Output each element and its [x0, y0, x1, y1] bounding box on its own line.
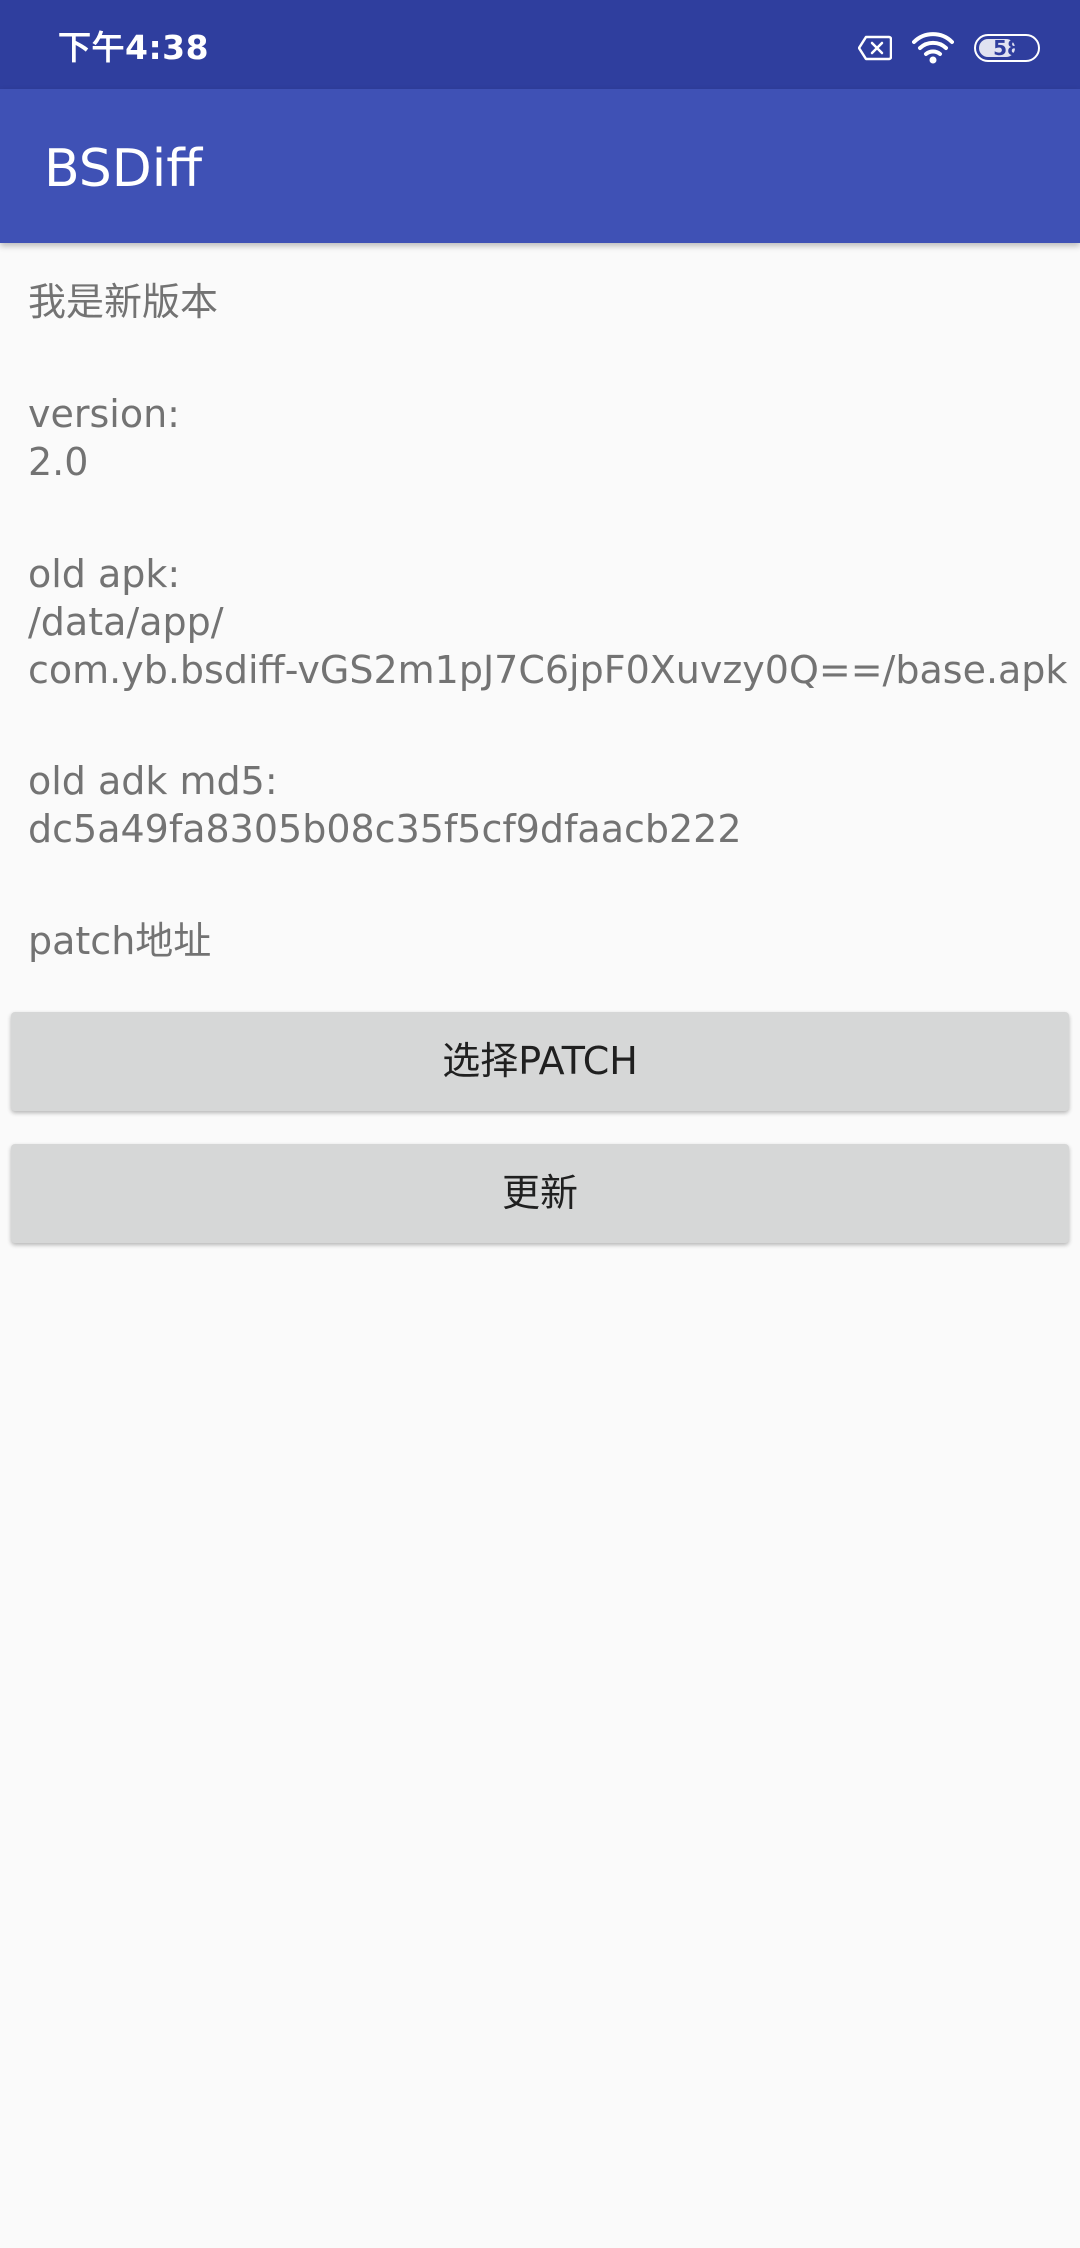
status-icons: 58 — [858, 30, 1040, 66]
wifi-icon — [912, 32, 954, 64]
battery-level: 58 — [993, 36, 1021, 60]
update-button[interactable]: 更新 — [11, 1144, 1069, 1243]
sim-card-off-icon — [858, 35, 892, 61]
old-apk-md5: old adk md5: dc5a49fa8305b08c35f5cf9dfaa… — [28, 759, 742, 851]
status-bar: 下午4:38 58 — [0, 0, 1080, 89]
old-apk-path: old apk: /data/app/ com.yb.bsdiff-vGS2m1… — [28, 552, 1068, 692]
app-bar: BSDiff — [0, 89, 1080, 243]
app-title: BSDiff — [44, 139, 203, 199]
version-info: version: 2.0 — [28, 392, 180, 484]
new-version-label: 我是新版本 — [28, 280, 219, 324]
status-time: 下午4:38 — [58, 28, 210, 67]
patch-address-label: patch地址 — [28, 919, 212, 963]
select-patch-button[interactable]: 选择PATCH — [11, 1012, 1069, 1111]
battery-icon: 58 — [974, 34, 1040, 62]
